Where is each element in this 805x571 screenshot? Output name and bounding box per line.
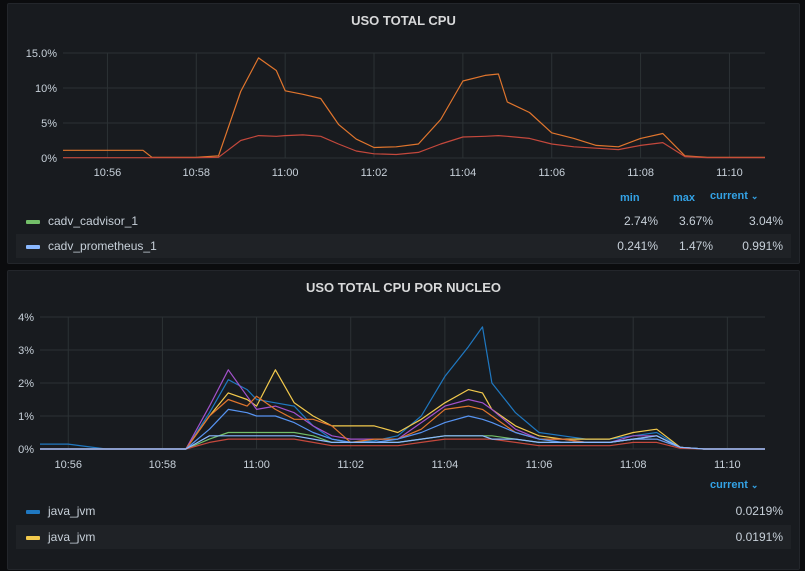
x-tick-label: 11:10 — [714, 459, 741, 471]
legend-header-current[interactable]: current ⌄ — [710, 479, 758, 491]
legend-row[interactable]: cadv_prometheus_1 0.241% 1.47% 0.991% — [16, 234, 791, 258]
x-tick-label: 11:10 — [716, 167, 743, 179]
y-tick-label: 2% — [18, 378, 34, 390]
legend-header-max[interactable]: max — [673, 192, 695, 204]
series-line[interactable] — [63, 134, 765, 159]
chevron-down-icon: ⌄ — [750, 480, 759, 490]
legend-series-name: java_jvm — [48, 530, 96, 544]
x-tick-label: 10:58 — [183, 167, 211, 179]
y-tick-label: 1% — [18, 411, 34, 423]
x-tick-label: 11:00 — [272, 167, 299, 179]
x-tick-label: 10:58 — [149, 459, 177, 471]
legend-series-name: cadv_cadvisor_1 — [48, 214, 139, 228]
series-color-swatch — [26, 220, 40, 224]
x-tick-label: 11:08 — [627, 167, 654, 179]
legend-series-name: java_jvm — [48, 504, 96, 518]
x-tick-label: 11:04 — [432, 459, 459, 471]
series-line[interactable] — [40, 431, 765, 450]
series-line[interactable] — [40, 326, 765, 450]
legend-row[interactable]: java_jvm 0.0191% — [16, 525, 791, 549]
legend-current-value: 3.04% — [748, 214, 783, 228]
legend-max-value: 1.47% — [678, 239, 713, 253]
legend-row[interactable]: java_jvm 0.0219% — [16, 499, 791, 523]
x-tick-label: 10:56 — [54, 459, 82, 471]
y-tick-label: 15.0% — [26, 48, 57, 60]
legend-header-min[interactable]: min — [620, 192, 640, 204]
legend-header-current[interactable]: current ⌄ — [710, 190, 758, 202]
x-tick-label: 11:04 — [450, 167, 477, 179]
x-tick-label: 11:06 — [526, 459, 553, 471]
series-color-swatch — [26, 536, 40, 540]
legend-current-value: 0.0191% — [735, 530, 783, 544]
x-tick-label: 11:00 — [243, 459, 270, 471]
cpu-total-chart[interactable]: 0% 5% 10% 15.0% 10:56 10:58 11:00 11:02 11:04 11:… — [8, 4, 799, 184]
y-tick-label: 0% — [18, 444, 34, 456]
legend-current-value: 0.0219% — [735, 504, 783, 518]
legend-header-current-label: current — [710, 190, 748, 202]
series-color-swatch — [26, 245, 40, 249]
series-line[interactable] — [40, 438, 765, 450]
x-tick-label: 11:02 — [337, 459, 364, 471]
y-tick-label: 3% — [18, 345, 34, 357]
x-tick-label: 10:56 — [94, 167, 122, 179]
legend-row[interactable]: cadv_cadvisor_1 2.74% 3.67% 3.04% — [16, 209, 791, 233]
x-tick-label: 11:08 — [620, 459, 647, 471]
legend-max-value: 3.67% — [678, 214, 713, 228]
legend-header-current-label: current — [710, 479, 748, 491]
cpu-per-core-chart[interactable]: 0% 1% 2% 3% 4% 10:56 10:58 11:00 11:02 11:04 11:06… — [8, 271, 799, 476]
y-tick-label: 0% — [41, 153, 57, 165]
series-color-swatch — [26, 510, 40, 514]
y-tick-label: 4% — [18, 312, 34, 324]
cpu-total-panel: USO TOTAL CPU 0% 5% 10% 15.0% 10:56 10:58 11:0… — [7, 3, 800, 264]
legend-min-value: 2.74% — [623, 214, 658, 228]
y-tick-label: 5% — [41, 118, 57, 130]
cpu-per-core-panel: USO TOTAL CPU POR NUCLEO 0% 1% 2% 3% 4% 10:56… — [7, 270, 800, 570]
legend-current-value: 0.991% — [742, 239, 783, 253]
legend-min-value: 0.241% — [617, 239, 658, 253]
chevron-down-icon: ⌄ — [750, 191, 759, 201]
y-tick-label: 10% — [35, 83, 57, 95]
x-tick-label: 11:02 — [361, 167, 388, 179]
x-tick-label: 11:06 — [538, 167, 565, 179]
legend-series-name: cadv_prometheus_1 — [48, 239, 157, 253]
series-line[interactable] — [40, 395, 765, 450]
